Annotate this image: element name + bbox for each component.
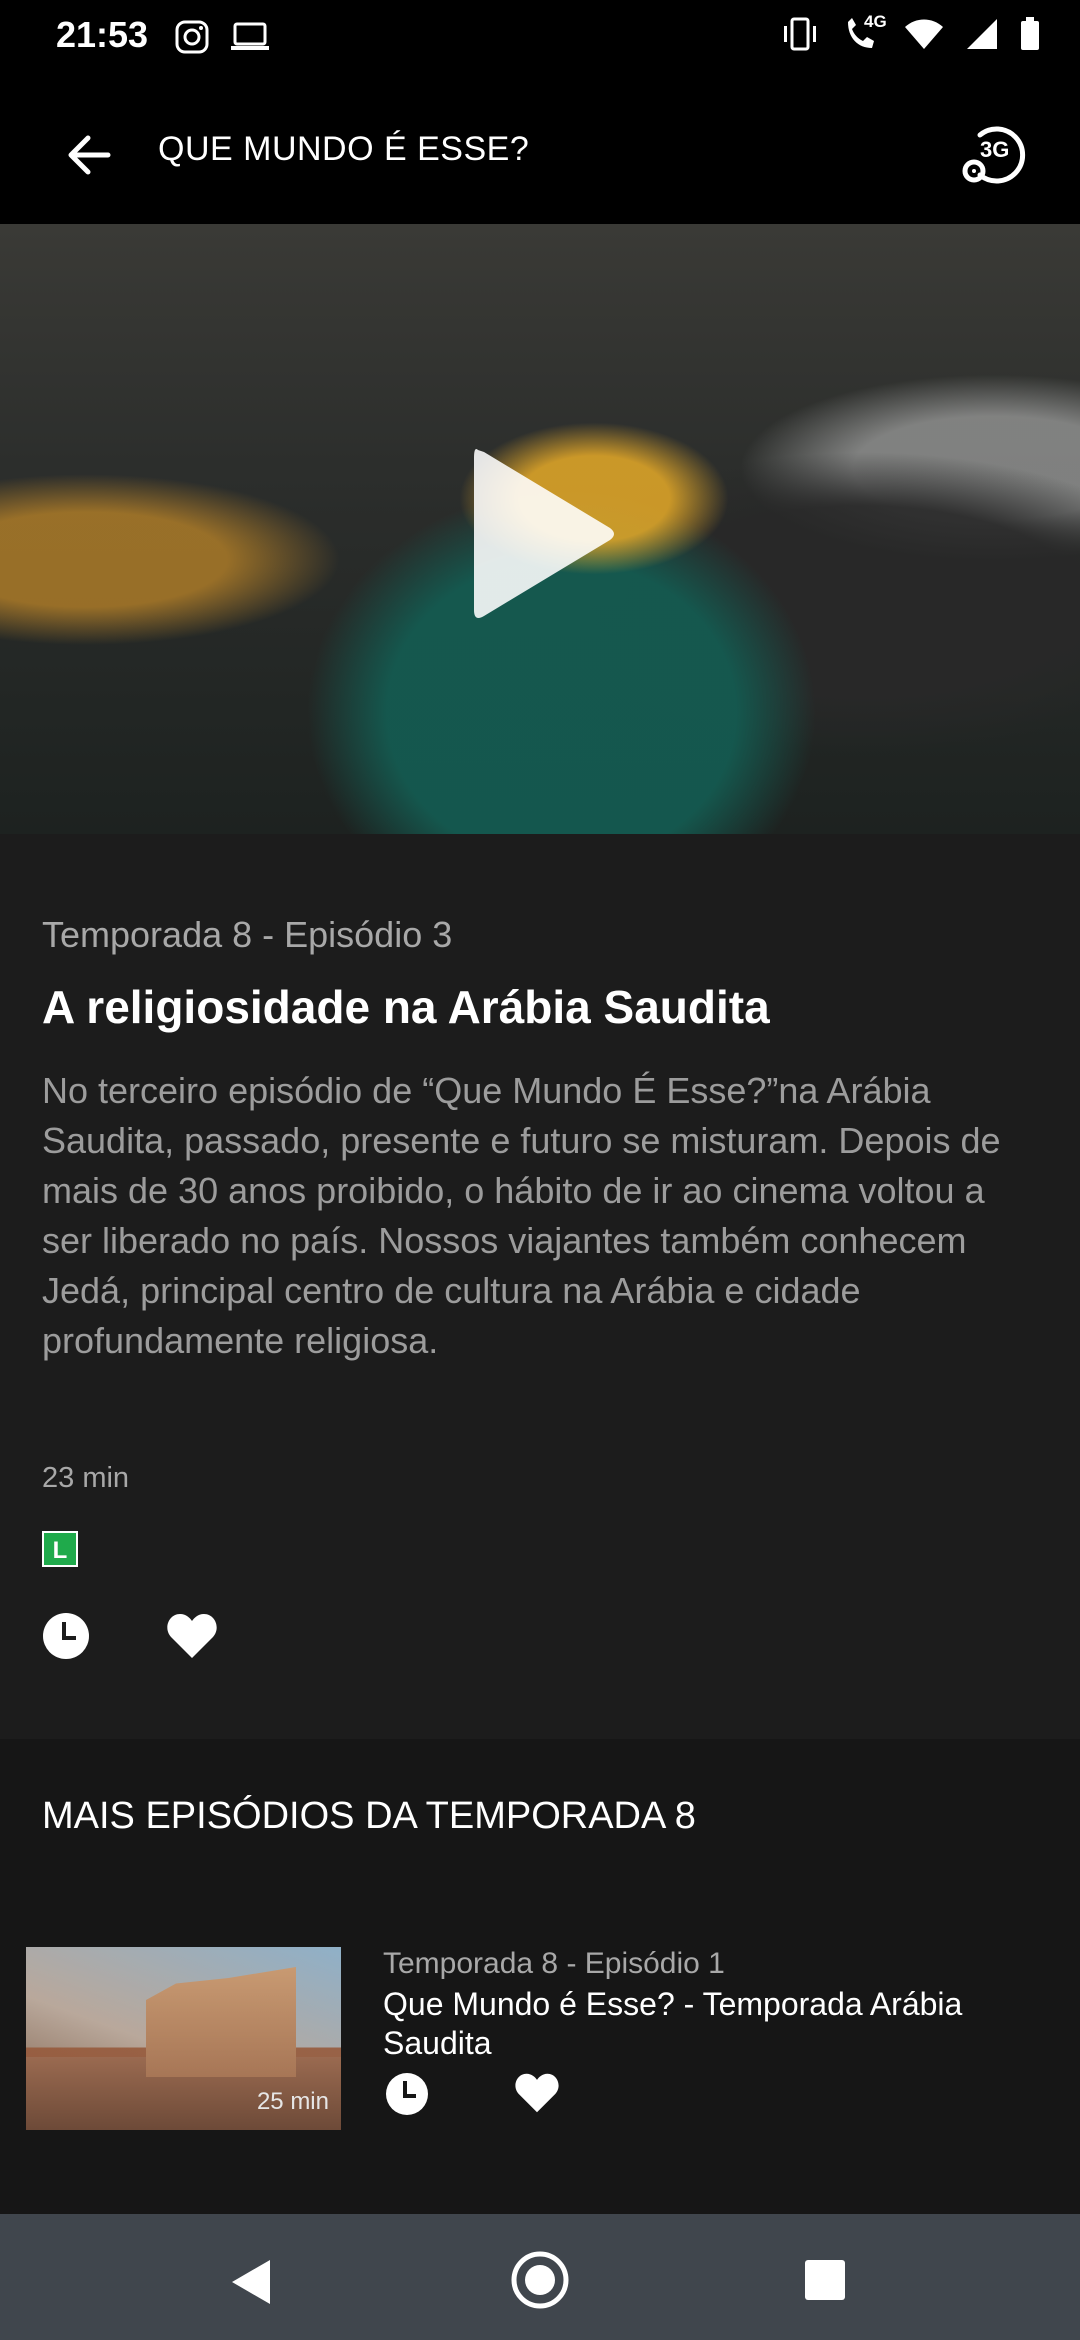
status-time: 21:53 [56, 14, 149, 55]
episode-duration: 23 min [42, 1462, 130, 1494]
more-episodes-section: MAIS EPISÓDIOS DA TEMPORADA 8 25 min Tem… [0, 1739, 1080, 2214]
episode-card-season-episode: Temporada 8 - Episódio 1 [383, 1947, 725, 1980]
watch-later-clock-icon[interactable] [385, 2072, 429, 2116]
episode-details: Temporada 8 - Episódio 3 A religiosidade… [0, 834, 1080, 1739]
nav-recent-apps-icon[interactable] [805, 2260, 845, 2300]
laptop-icon [230, 22, 270, 57]
watch-later-clock-icon[interactable] [42, 1612, 90, 1660]
network-label: 4G [864, 12, 887, 31]
favorite-heart-icon[interactable] [166, 1612, 218, 1660]
episode-card[interactable]: 25 min Temporada 8 - Episódio 1 Que Mund… [26, 1947, 1066, 2132]
wifi-call-icon: 4G [842, 12, 887, 57]
video-quality-settings-button[interactable]: 3G [958, 119, 1028, 189]
thumbnail-fortress [146, 1967, 296, 2077]
play-icon[interactable] [470, 444, 620, 624]
quality-label: 3G [980, 137, 1010, 162]
status-bar: 21:53 4G [0, 0, 1080, 75]
page-title: QUE MUNDO É ESSE? [158, 130, 530, 168]
instagram-icon [175, 20, 209, 59]
vibrate-icon [780, 17, 820, 56]
nav-home-icon[interactable] [510, 2250, 570, 2315]
back-arrow-icon[interactable] [60, 125, 120, 185]
episode-title: A religiosidade na Arábia Saudita [42, 981, 770, 1033]
episode-description: No terceiro episódio de “Que Mundo É Ess… [42, 1070, 1001, 1361]
status-icons: 4G [780, 12, 1040, 57]
episode-card-duration: 25 min [256, 2088, 329, 2115]
signal-icon [966, 18, 998, 55]
battery-icon [1020, 17, 1040, 56]
favorite-heart-icon[interactable] [514, 2072, 560, 2114]
episode-card-title[interactable]: Que Mundo é Esse? - Temporada Arábia Sau… [383, 1985, 1043, 2063]
system-navigation-bar [0, 2214, 1080, 2340]
episode-video-thumbnail[interactable] [0, 224, 1080, 834]
more-episodes-heading: MAIS EPISÓDIOS DA TEMPORADA 8 [42, 1795, 696, 1837]
app-bar: QUE MUNDO É ESSE? 3G [0, 75, 1080, 225]
nav-back-icon[interactable] [228, 2258, 272, 2311]
wifi-icon [904, 18, 944, 55]
episode-card-thumbnail[interactable]: 25 min [26, 1947, 341, 2130]
season-episode-label: Temporada 8 - Episódio 3 [42, 914, 453, 955]
age-rating-badge: L [42, 1531, 78, 1567]
